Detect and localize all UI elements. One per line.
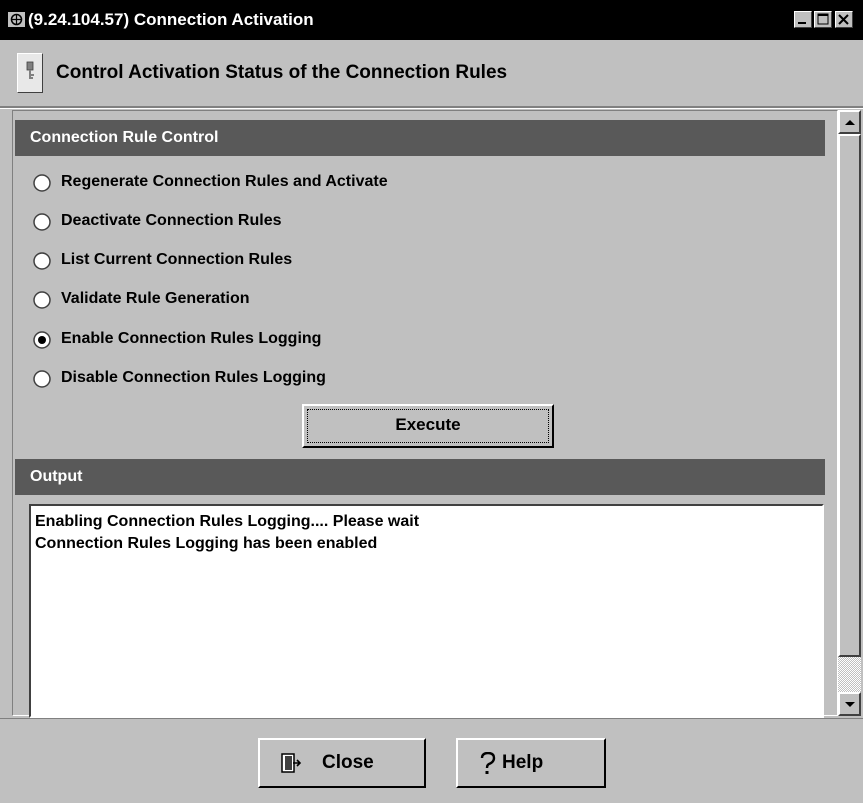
button-bar <box>0 718 863 803</box>
radio-label: Regenerate Connection Rules and Activate <box>61 173 388 190</box>
section-header-rule-control: Connection Rule Control <box>15 120 825 156</box>
radio-button-selected-icon <box>33 331 51 349</box>
scroll-up-button[interactable] <box>838 110 861 134</box>
minimize-icon <box>798 22 806 24</box>
maximize-icon <box>817 13 829 25</box>
radio-label: Enable Connection Rules Logging <box>61 330 322 347</box>
arrow-up-icon <box>845 120 855 125</box>
execute-button[interactable]: Execute <box>302 404 554 448</box>
vertical-scrollbar[interactable] <box>838 110 861 716</box>
help-label: Help <box>502 752 544 773</box>
close-icon <box>838 14 849 25</box>
radio-button-icon <box>33 291 51 309</box>
scroll-thumb[interactable] <box>838 134 861 657</box>
scroll-down-button[interactable] <box>838 692 861 716</box>
output-line: Connection Rules Logging has been enable… <box>35 535 378 552</box>
radio-button-icon <box>33 174 51 192</box>
section-heading: Output <box>30 468 83 485</box>
divider <box>0 106 863 109</box>
output-line: Enabling Connection Rules Logging.... Pl… <box>35 513 420 530</box>
close-button[interactable]: Close <box>258 738 426 788</box>
radio-button-icon <box>33 213 51 231</box>
help-question-icon <box>480 752 496 774</box>
execute-label: Execute <box>395 415 461 434</box>
radio-label: List Current Connection Rules <box>61 251 293 268</box>
radio-label: Validate Rule Generation <box>61 290 250 307</box>
output-textarea[interactable]: Enabling Connection Rules Logging.... Pl… <box>29 504 824 718</box>
minimize-button[interactable] <box>794 11 812 28</box>
app-icon <box>8 12 25 27</box>
radio-button-icon <box>33 370 51 388</box>
window-title: (9.24.104.57) Connection Activation <box>28 10 314 29</box>
help-button[interactable]: Help <box>456 738 606 788</box>
key-icon <box>17 53 43 93</box>
arrow-down-icon <box>845 702 855 707</box>
door-exit-icon <box>281 753 302 773</box>
page-title: Control Activation Status of the Connect… <box>56 62 508 83</box>
title-bar: (9.24.104.57) Connection Activation <box>0 0 863 40</box>
radio-button-icon <box>33 252 51 270</box>
section-heading: Connection Rule Control <box>30 129 219 146</box>
close-label: Close <box>322 752 374 773</box>
radio-label: Deactivate Connection Rules <box>61 212 282 229</box>
maximize-button[interactable] <box>814 11 832 28</box>
section-header-output: Output <box>15 459 825 495</box>
close-window-button[interactable] <box>835 11 853 28</box>
radio-label: Disable Connection Rules Logging <box>61 369 326 386</box>
